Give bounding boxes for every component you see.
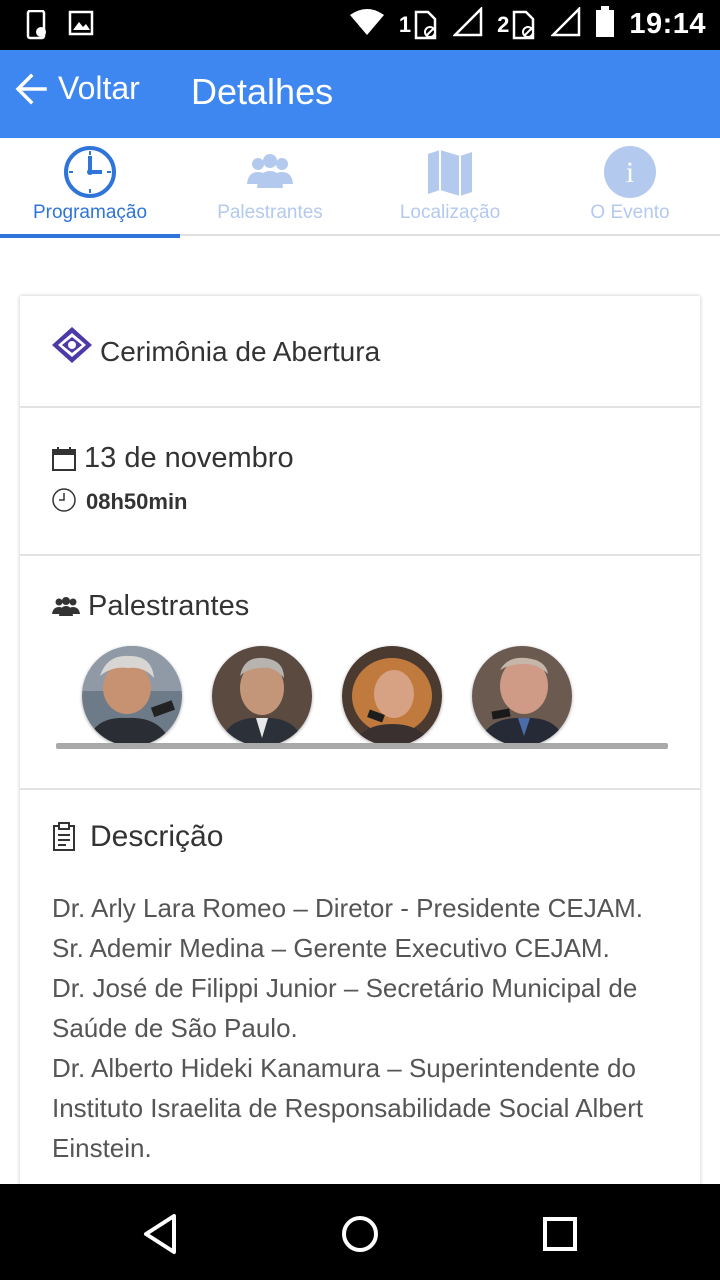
event-detail-card: Cerimônia de Abertura 13 de novembro 08h…	[20, 296, 700, 1196]
phone-settings-icon	[26, 9, 48, 45]
event-title-section: Cerimônia de Abertura	[20, 296, 700, 408]
event-title: Cerimônia de Abertura	[100, 336, 381, 367]
clock-small-icon	[52, 488, 76, 512]
tab-localizacao[interactable]: Localização	[360, 138, 540, 236]
tab-label: O Evento	[590, 202, 670, 223]
sim1-indicator: 1	[399, 10, 439, 40]
nav-recents-button[interactable]	[536, 1210, 584, 1258]
tab-label: Localização	[399, 202, 501, 223]
battery-icon	[595, 6, 615, 43]
description-text: Dr. Arly Lara Romeo – Diretor - Presiden…	[52, 893, 644, 1163]
sim1-data-icon	[414, 10, 437, 39]
speakers-title: Palestrantes	[88, 590, 250, 622]
organization-logo-icon	[52, 327, 92, 363]
clipboard-icon	[53, 822, 75, 851]
back-button[interactable]: Voltar	[14, 70, 140, 107]
map-icon	[428, 150, 472, 196]
speaker-photo-1	[82, 646, 182, 746]
speakers-scrollbar[interactable]	[56, 743, 668, 749]
sim1-label: 1	[398, 11, 412, 37]
people-small-icon	[52, 597, 80, 616]
speaker-avatar-2[interactable]	[212, 646, 312, 746]
people-icon	[247, 154, 293, 188]
tab-label: Programação	[32, 202, 148, 223]
speaker-avatar-4[interactable]	[472, 646, 572, 746]
description-section: Descrição Dr. Arly Lara Romeo – Diretor …	[20, 790, 700, 1210]
sim2-indicator: 2	[497, 10, 537, 40]
tab-label: Palestrantes	[217, 202, 323, 223]
description-title: Descrição	[90, 820, 224, 853]
speakers-section: Palestrantes	[20, 556, 700, 790]
sim2-data-icon	[513, 10, 535, 39]
image-icon	[68, 10, 94, 45]
back-label: Voltar	[58, 70, 140, 106]
speaker-avatar-3[interactable]	[342, 646, 442, 746]
page-title: Detalhes	[191, 71, 334, 112]
speaker-avatar-1[interactable]	[82, 646, 182, 746]
tab-palestrantes[interactable]: Palestrantes	[180, 138, 360, 236]
arrow-left-icon	[15, 73, 47, 104]
info-icon: i	[604, 146, 656, 198]
wifi-icon	[349, 8, 385, 41]
square-recents-icon	[543, 1217, 577, 1251]
event-date: 13 de novembro	[84, 442, 294, 474]
clock-icon	[64, 146, 116, 198]
speaker-photo-3	[342, 646, 442, 746]
event-time: 08h50min	[86, 489, 188, 514]
speaker-photo-4	[472, 646, 572, 746]
circle-home-icon	[342, 1216, 378, 1252]
svg-text:i: i	[626, 156, 634, 189]
tab-bar: Programação Palestrantes Localização i O…	[0, 138, 720, 238]
system-nav-bar	[0, 1184, 720, 1280]
calendar-icon	[52, 447, 76, 471]
signal-icon-2	[550, 5, 581, 42]
triangle-back-icon	[144, 1214, 176, 1254]
status-clock: 19:14	[629, 8, 706, 40]
speaker-photo-2	[212, 646, 312, 746]
app-bar: Voltar Detalhes	[0, 50, 720, 138]
nav-back-button[interactable]	[136, 1210, 184, 1258]
sim2-label: 2	[497, 11, 510, 37]
status-bar: 1 2 19:14	[0, 0, 720, 50]
tab-active-indicator	[0, 234, 180, 238]
event-datetime-section: 13 de novembro 08h50min	[20, 408, 700, 556]
nav-home-button[interactable]	[336, 1210, 384, 1258]
tab-o-evento[interactable]: i O Evento	[540, 138, 720, 236]
tab-programacao[interactable]: Programação	[0, 138, 180, 238]
signal-icon	[452, 5, 483, 42]
